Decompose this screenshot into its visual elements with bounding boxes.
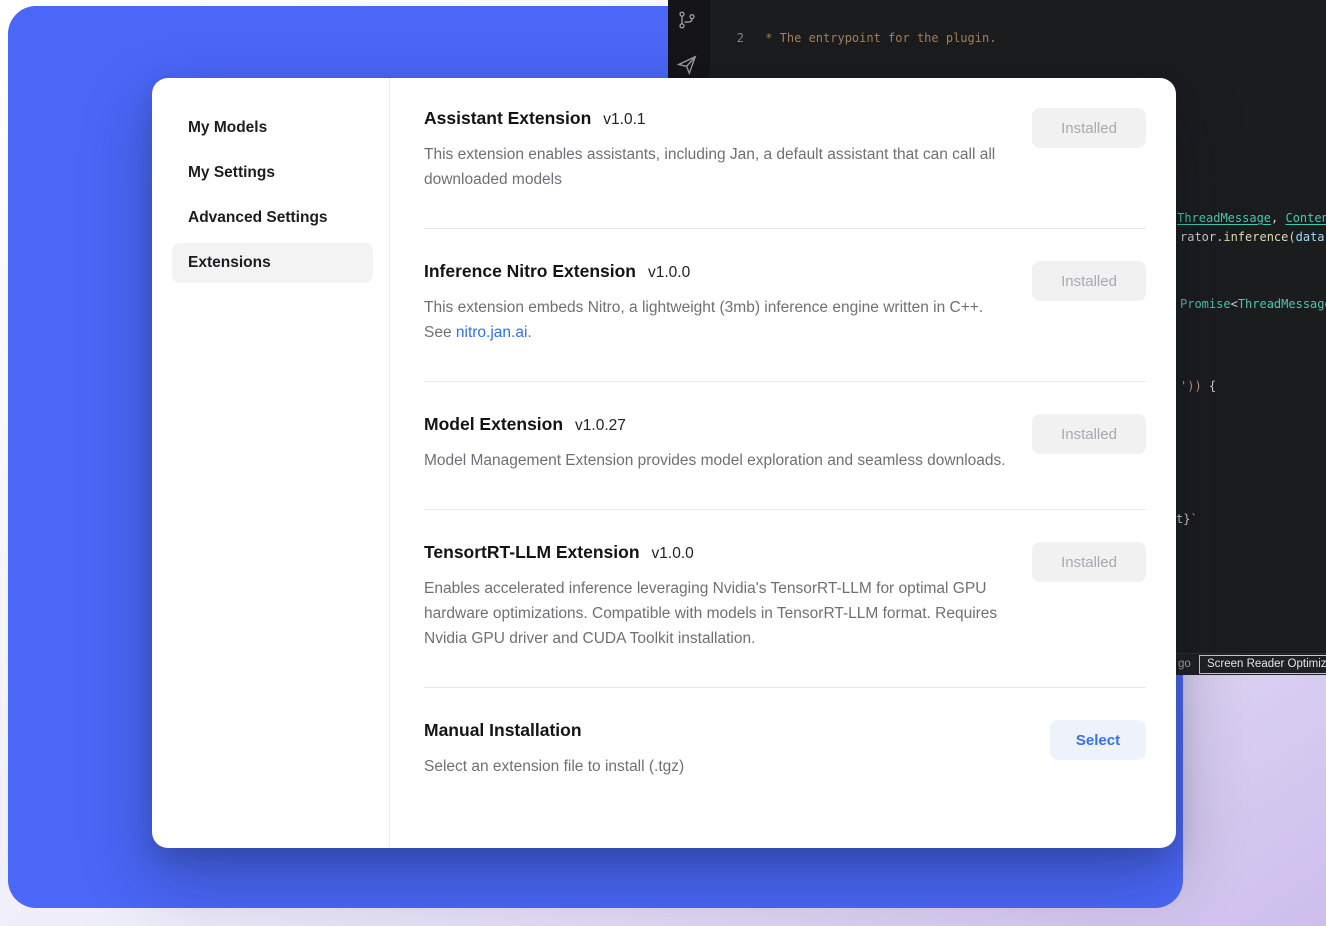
extension-description: Enables accelerated inference leveraging… [424, 576, 1014, 651]
code-line: 2 * The entrypoint for the plugin. [710, 30, 1326, 47]
extension-description: This extension embeds Nitro, a lightweig… [424, 295, 1014, 345]
extensions-list: Assistant Extension v1.0.1 This extensio… [390, 78, 1176, 848]
code-fragment: rator.inference(data)); [1180, 230, 1326, 244]
line-number: 2 [710, 30, 758, 47]
installed-button[interactable]: Installed [1032, 542, 1146, 582]
extension-description: Select an extension file to install (.tg… [424, 754, 684, 779]
extension-row: TensortRT-LLM Extension v1.0.0 Enables a… [424, 542, 1146, 651]
code-fragment: t}` [1176, 512, 1198, 526]
extension-name: Assistant Extension [424, 108, 591, 129]
status-bar-text: go [1178, 658, 1191, 670]
page-background: { "colors": { "brand_blue": "#4a67f7", "… [0, 0, 1326, 926]
code-text: * The entrypoint for the plugin. [758, 31, 996, 45]
extension-name: Manual Installation [424, 720, 582, 741]
sidebar-item-my-models[interactable]: My Models [172, 108, 373, 148]
installed-button[interactable]: Installed [1032, 414, 1146, 454]
extension-version: v1.0.27 [575, 417, 626, 435]
extension-description: This extension enables assistants, inclu… [424, 142, 1014, 192]
sidebar-item-my-settings[interactable]: My Settings [172, 153, 373, 193]
git-branch-icon[interactable] [677, 10, 697, 33]
code-fragment: ')) { [1180, 379, 1216, 393]
row-divider [424, 509, 1146, 510]
extension-row: Model Extension v1.0.27 Model Management… [424, 414, 1146, 473]
extension-description: Model Management Extension provides mode… [424, 448, 1006, 473]
extension-row: Manual Installation Select an extension … [424, 720, 1146, 779]
sidebar-item-extensions[interactable]: Extensions [172, 243, 373, 283]
row-divider [424, 228, 1146, 229]
extension-row: Inference Nitro Extension v1.0.0 This ex… [424, 261, 1146, 345]
row-divider [424, 381, 1146, 382]
screen-reader-optimized-badge[interactable]: Screen Reader Optimize [1199, 655, 1326, 674]
send-icon[interactable] [676, 54, 698, 79]
installed-button[interactable]: Installed [1032, 108, 1146, 148]
code-fragment: Promise<ThreadMessage> [1180, 297, 1326, 311]
settings-sidebar: My Models My Settings Advanced Settings … [152, 78, 390, 848]
extension-version: v1.0.0 [652, 545, 694, 563]
extension-version: v1.0.1 [603, 111, 645, 129]
description-text: . [527, 324, 531, 341]
settings-modal: My Models My Settings Advanced Settings … [152, 78, 1176, 848]
sidebar-item-advanced-settings[interactable]: Advanced Settings [172, 198, 373, 238]
extension-row: Assistant Extension v1.0.1 This extensio… [424, 108, 1146, 192]
installed-button[interactable]: Installed [1032, 261, 1146, 301]
select-button[interactable]: Select [1050, 720, 1146, 760]
nitro-link[interactable]: nitro.jan.ai [456, 324, 528, 341]
extension-name: Inference Nitro Extension [424, 261, 636, 282]
extension-name: TensortRT-LLM Extension [424, 542, 640, 563]
extension-name: Model Extension [424, 414, 563, 435]
row-divider [424, 687, 1146, 688]
extension-version: v1.0.0 [648, 264, 690, 282]
